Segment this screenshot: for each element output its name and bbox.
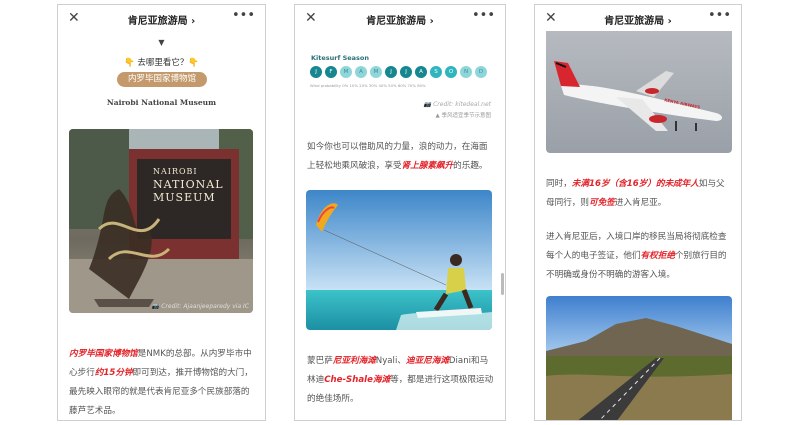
legend-item: 30% [368, 83, 378, 88]
highlight-minors: 未满16岁（含16岁）的未成年人 [571, 179, 699, 189]
month-dot: F [325, 66, 337, 78]
month-dot: N [460, 66, 472, 78]
legend-item: 10% [349, 83, 358, 88]
text-run: 进入肯尼亚。 [614, 198, 667, 208]
wind-paragraph: 如今你也可以借助风的力量，浪的动力，在海面上轻松地乘风破浪，享受肾上腺素飙升的乐… [307, 138, 495, 176]
entry-check-paragraph: 进入肯尼亚后，入境口岸的移民当局将彻底检查每个人的电子签证，他们有权拒绝个别旅行… [546, 228, 732, 285]
sign-line-2: NATIONAL [153, 178, 224, 191]
highlight-right-to-refuse: 有权拒绝 [640, 251, 675, 261]
month-dot: D [475, 66, 487, 78]
legend-item: 20% [359, 83, 368, 88]
photo-credit: 📷 Credit: Ajaanjeeparedy via IC [151, 303, 249, 310]
legend-item: 50% [388, 83, 397, 88]
phone-panel-3: ✕ 肯尼亚旅游局 › ••• KENYA AIRWAYS 同时，未满16岁（含1… [534, 4, 742, 421]
month-dot: A [415, 66, 427, 78]
month-dot: J [310, 66, 322, 78]
legend-item: 40% [378, 83, 387, 88]
month-dot: J [385, 66, 397, 78]
highlight-diani: 迪亚尼海滩 [405, 356, 449, 366]
museum-sign: NAIROBI NATIONAL MUSEUM [153, 165, 233, 204]
text-run: 蒙巴萨 [307, 356, 333, 366]
more-icon[interactable]: ••• [708, 8, 731, 23]
museum-paragraph: 内罗毕国家博物馆是NMK的总部。从内罗毕市中心步行约15分钟即可到达，推开博物馆… [69, 345, 253, 420]
beaches-paragraph: 蒙巴萨尼亚利海滩Nyali、迪亚尼海滩Diani和马林迪Che-Shale海滩等… [307, 352, 495, 409]
more-icon[interactable]: ••• [232, 8, 255, 23]
down-arrow-icon: ▼ [158, 38, 165, 47]
highlight-che-shale: Che-Shale海滩 [324, 375, 391, 385]
kitesurf-photo [306, 190, 492, 330]
season-months: JFMAMJJASOND [310, 66, 490, 78]
airplane-photo: KENYA AIRWAYS [546, 31, 732, 153]
text-run: 的乐趣。 [453, 161, 488, 171]
text-run: Nyali、 [375, 356, 406, 366]
highlight-adrenaline: 肾上腺素飙升 [401, 161, 454, 171]
month-dot: M [340, 66, 352, 78]
legend-item: 60% [397, 83, 407, 88]
app-header: ✕ 肯尼亚旅游局 › ••• [535, 5, 741, 33]
chart-caption: ▲ 季风适宜季节示意图 [435, 113, 491, 119]
month-dot: J [400, 66, 412, 78]
museum-badge: 内罗毕国家博物馆 [117, 72, 207, 87]
chart-credit: 📷 Credit: kitedeal.net [423, 101, 491, 108]
minors-paragraph: 同时，未满16岁（含16岁）的未成年人如与父母同行，则可免签进入肯尼亚。 [546, 175, 732, 213]
month-dot: A [355, 66, 367, 78]
app-header: ✕ 肯尼亚旅游局 › ••• [58, 5, 265, 33]
phone-panel-1: ✕ 肯尼亚旅游局 › ••• ▼ 👇 去哪里看它？👇 内罗毕国家博物馆 Nair… [57, 4, 266, 421]
highlight-nyali: 尼亚利海滩 [332, 356, 376, 366]
text-run: 同时， [546, 179, 572, 189]
highlight-walk-time: 约15分钟 [94, 368, 133, 378]
wind-legend: Wind probability 0% 10% 20% 30% 40% 50% … [310, 83, 495, 88]
app-header: ✕ 肯尼亚旅游局 › ••• [295, 5, 505, 33]
legend-title: Wind probability [310, 83, 342, 88]
museum-english-name: Nairobi National Museum [106, 98, 217, 107]
scrollbar-thumb[interactable] [501, 273, 504, 295]
where-to-see-heading: 👇 去哪里看它？👇 [124, 58, 199, 68]
more-icon[interactable]: ••• [472, 8, 495, 23]
legend-item: 80% [417, 83, 426, 88]
kitesurf-season-title: Kitesurf Season [311, 54, 370, 62]
month-dot: O [445, 66, 457, 78]
month-dot: M [370, 66, 382, 78]
highlight-visa-free: 可免签 [588, 198, 615, 208]
highlight-museum: 内罗毕国家博物馆 [69, 349, 138, 359]
sign-line-1: NAIROBI [153, 167, 198, 176]
month-dot: S [430, 66, 442, 78]
phone-panel-2: ✕ 肯尼亚旅游局 › ••• Kitesurf Season JFMAMJJAS… [294, 4, 506, 421]
sign-line-3: MUSEUM [153, 191, 216, 204]
legend-item: 0% [342, 83, 349, 88]
museum-photo: NAIROBI NATIONAL MUSEUM 📷 Credit: Ajaanj… [69, 129, 253, 313]
legend-item: 70% [407, 83, 416, 88]
road-landscape-photo [546, 296, 732, 420]
